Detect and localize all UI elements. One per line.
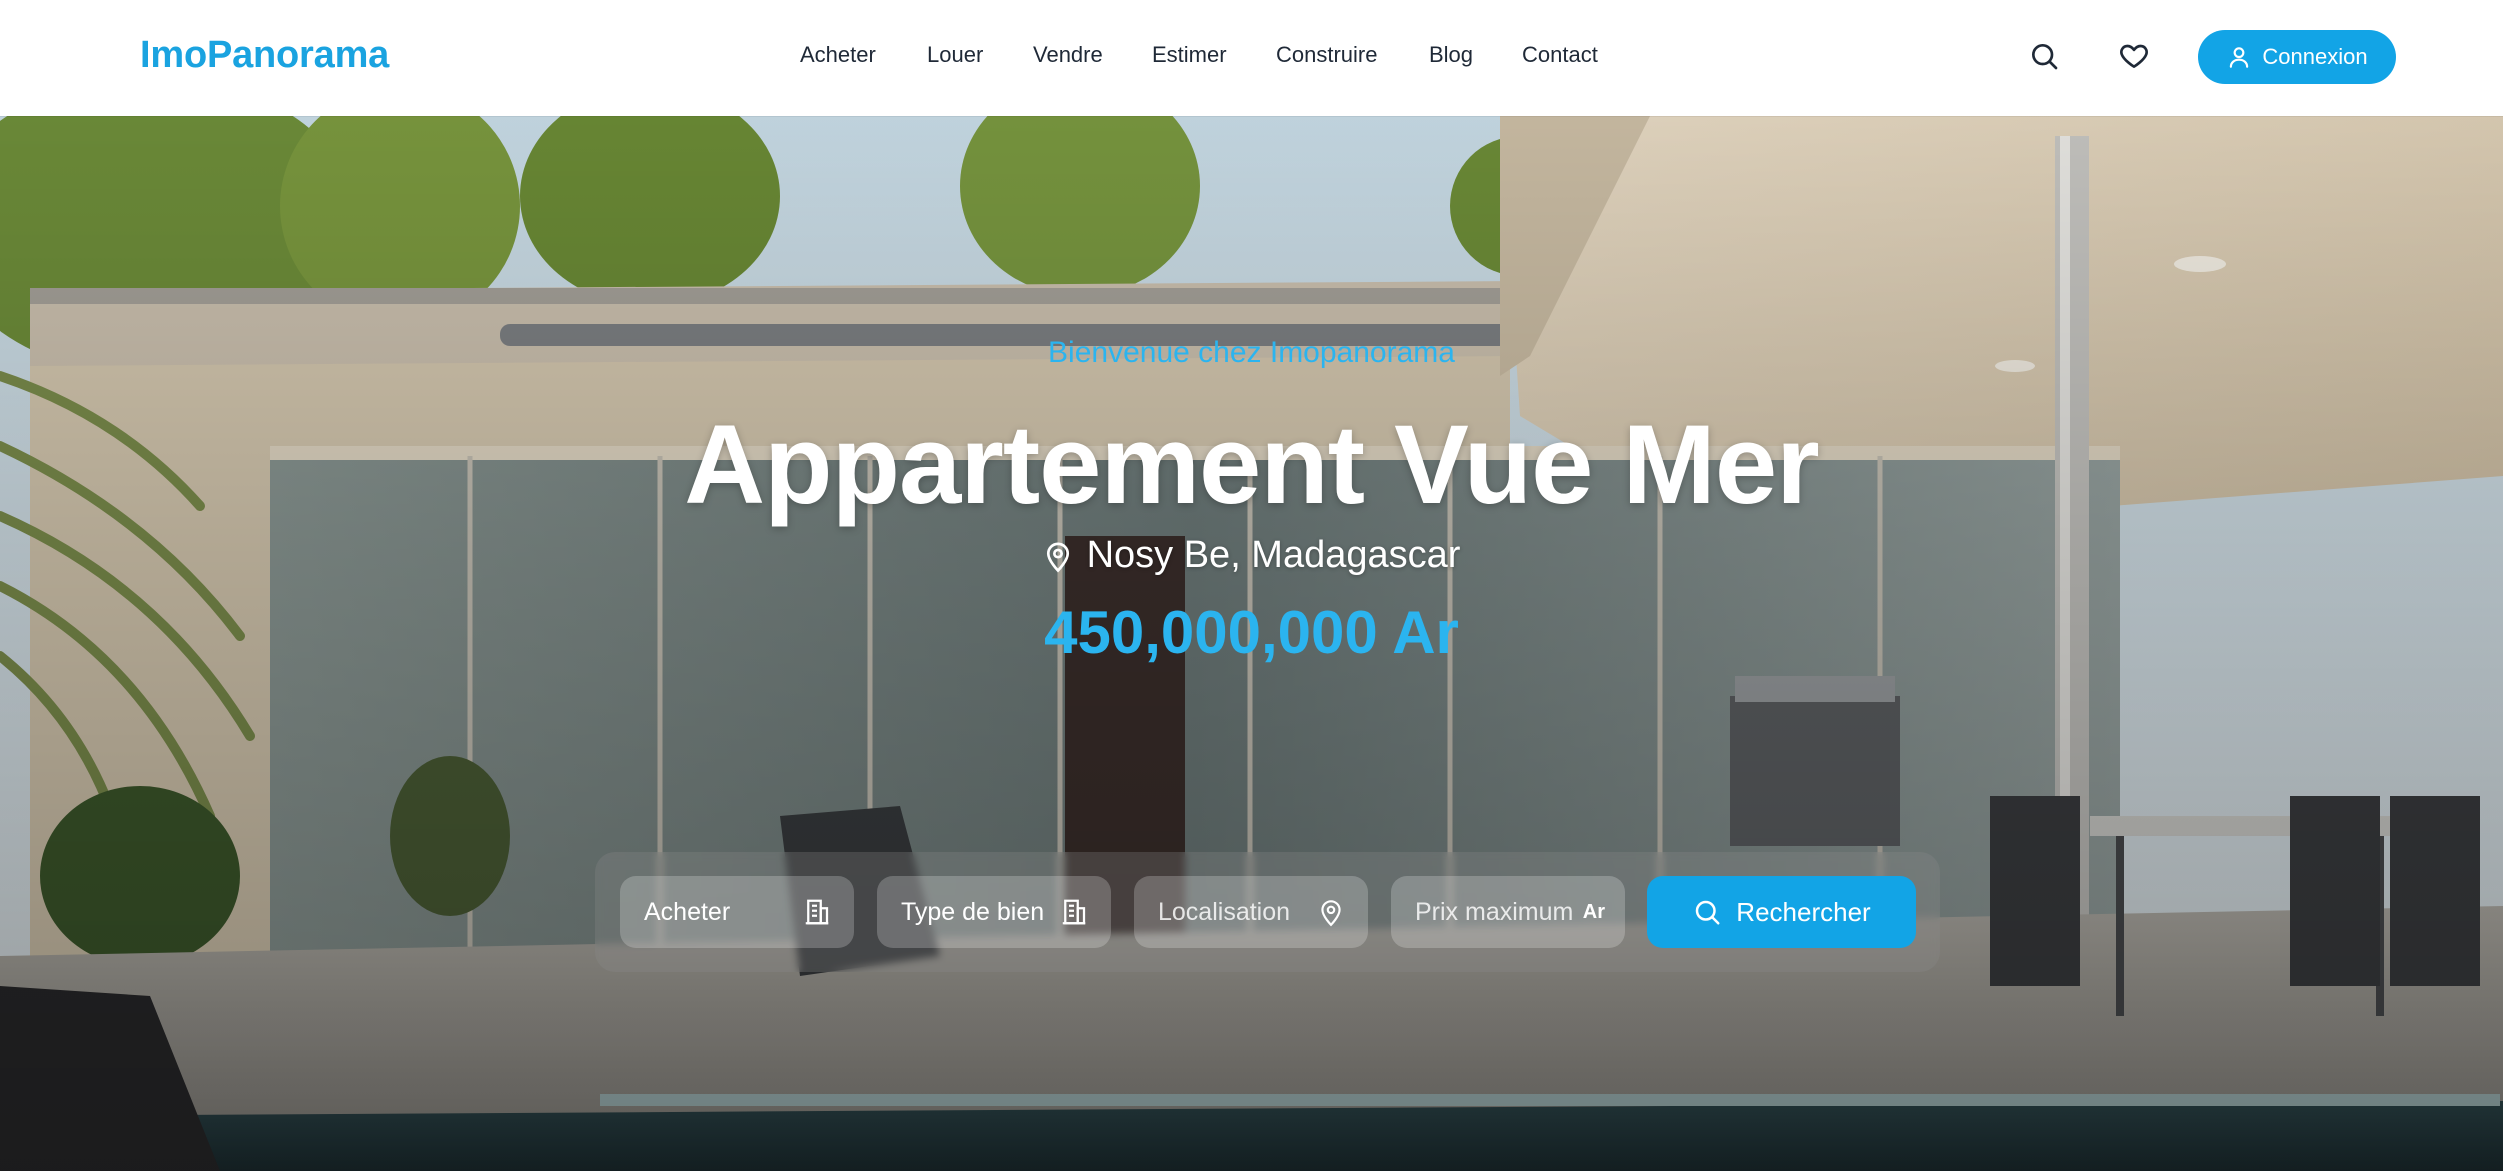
- heart-icon[interactable]: [2118, 40, 2150, 72]
- login-button[interactable]: Connexion: [2198, 30, 2396, 84]
- max-price-input[interactable]: Prix maximum Ar: [1391, 876, 1625, 948]
- building-icon: [1062, 899, 1086, 925]
- property-type-value: Type de bien: [901, 897, 1045, 926]
- hero-title: Appartement Vue Mer: [684, 402, 1819, 527]
- property-type-select[interactable]: Type de bien: [877, 876, 1111, 948]
- transaction-select[interactable]: Acheter: [620, 876, 854, 948]
- nav-item-louer[interactable]: Louer: [927, 42, 983, 68]
- hero-location-label: Nosy Be, Madagascar: [1086, 534, 1461, 576]
- nav-item-vendre[interactable]: Vendre: [1033, 42, 1103, 68]
- currency-suffix: Ar: [1582, 900, 1605, 923]
- search-icon[interactable]: [2028, 40, 2060, 72]
- hero-welcome: Bienvenue chez Imopanorama: [1048, 336, 1455, 369]
- search-button[interactable]: Rechercher: [1647, 876, 1916, 948]
- transaction-value: Acheter: [644, 897, 731, 926]
- hero-location: Nosy Be, Madagascar: [0, 534, 2503, 577]
- site-header: ImoPanorama Acheter Louer Vendre Estimer…: [0, 0, 2503, 116]
- nav-item-acheter[interactable]: Acheter: [800, 42, 876, 68]
- nav-item-estimer[interactable]: Estimer: [1152, 42, 1227, 68]
- user-icon: [2230, 47, 2249, 68]
- nav-item-contact[interactable]: Contact: [1522, 42, 1598, 68]
- hero-price: 450,000,000 Ar: [1044, 599, 1459, 666]
- login-label: Connexion: [2262, 44, 2368, 69]
- location-placeholder: Localisation: [1158, 897, 1291, 926]
- nav-item-blog[interactable]: Blog: [1429, 42, 1473, 68]
- search-button-label: Rechercher: [1736, 896, 1871, 927]
- map-pin-icon: [1046, 542, 1069, 572]
- search-icon: [1696, 900, 1720, 925]
- nav-item-construire[interactable]: Construire: [1276, 42, 1377, 68]
- map-pin-icon: [1321, 900, 1341, 927]
- max-price-placeholder: Prix maximum: [1415, 897, 1574, 926]
- location-input[interactable]: Localisation: [1134, 876, 1368, 948]
- building-icon: [805, 899, 829, 925]
- page: ImoPanorama Acheter Louer Vendre Estimer…: [0, 0, 2503, 1171]
